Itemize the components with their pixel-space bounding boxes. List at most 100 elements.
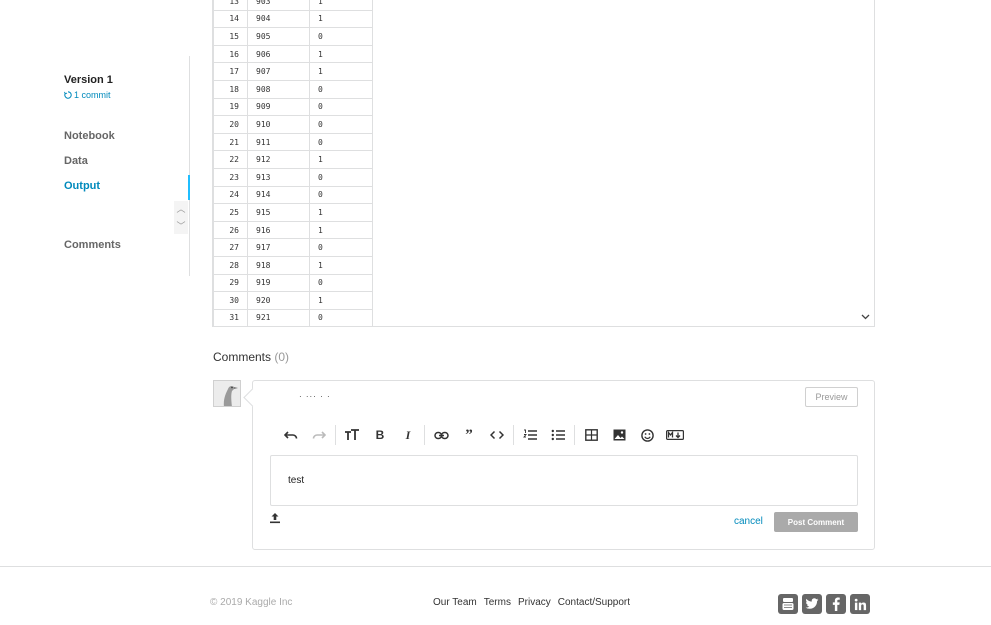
twitter-icon[interactable] bbox=[802, 594, 822, 614]
numbered-list-icon[interactable] bbox=[516, 423, 544, 447]
row-index-cell: 19 bbox=[213, 97, 248, 117]
preview-button[interactable]: Preview bbox=[805, 387, 858, 407]
code-icon[interactable] bbox=[483, 423, 511, 447]
undo-icon[interactable] bbox=[277, 423, 305, 447]
comment-composer: · ··· · · Preview B I ” test cancel Post… bbox=[252, 380, 875, 550]
footer-divider bbox=[0, 566, 991, 567]
table-row: 16 906 1 bbox=[213, 44, 373, 64]
linkedin-icon[interactable] bbox=[850, 594, 870, 614]
row-index-cell: 28 bbox=[213, 255, 248, 275]
footer-link-privacy[interactable]: Privacy bbox=[518, 597, 551, 608]
comment-editor-text[interactable]: test bbox=[288, 475, 304, 486]
value-cell: 1 bbox=[309, 0, 373, 11]
table-row: 30 920 1 bbox=[213, 291, 373, 310]
nav-subitem-scroller[interactable]: ︿ ﹀ bbox=[174, 201, 188, 234]
emoji-icon[interactable] bbox=[633, 423, 661, 447]
bulleted-list-icon[interactable] bbox=[544, 423, 572, 447]
id-cell: 914 bbox=[247, 185, 310, 205]
table-row: 25 915 1 bbox=[213, 203, 373, 222]
table-row: 27 917 0 bbox=[213, 238, 373, 257]
italic-icon[interactable]: I bbox=[394, 423, 422, 447]
cancel-link[interactable]: cancel bbox=[734, 516, 763, 527]
id-cell: 916 bbox=[247, 220, 310, 240]
social-links bbox=[778, 594, 870, 614]
table-row: 22 912 1 bbox=[213, 150, 373, 169]
row-index-cell: 25 bbox=[213, 203, 248, 222]
value-cell: 0 bbox=[309, 185, 373, 205]
chevron-up-icon[interactable]: ︿ bbox=[176, 204, 185, 214]
quote-icon[interactable]: ” bbox=[455, 423, 483, 447]
redo-icon[interactable] bbox=[305, 423, 333, 447]
link-icon[interactable] bbox=[427, 423, 455, 447]
value-cell: 1 bbox=[309, 255, 373, 275]
footer-links: Our Team Terms Privacy Contact/Support bbox=[433, 597, 630, 608]
comment-editor[interactable]: test bbox=[270, 455, 858, 506]
id-cell: 908 bbox=[247, 79, 310, 99]
table-row: 29 919 0 bbox=[213, 273, 373, 293]
id-cell: 904 bbox=[247, 9, 310, 29]
table-row: 17 907 1 bbox=[213, 62, 373, 81]
comments-count: (0) bbox=[274, 350, 290, 364]
nav-item-output[interactable]: Output bbox=[64, 180, 100, 192]
image-icon[interactable] bbox=[605, 423, 633, 447]
toolbar-divider bbox=[424, 425, 425, 445]
row-index-cell: 29 bbox=[213, 273, 248, 293]
comments-heading-label: Comments bbox=[213, 350, 272, 364]
value-cell: 1 bbox=[309, 203, 373, 222]
nav-active-indicator bbox=[188, 175, 190, 200]
post-comment-button[interactable]: Post Comment bbox=[774, 512, 858, 532]
id-cell: 912 bbox=[247, 150, 310, 169]
toolbar-divider bbox=[574, 425, 575, 445]
value-cell: 1 bbox=[309, 150, 373, 169]
editor-toolbar: B I ” bbox=[277, 423, 689, 447]
upload-icon[interactable] bbox=[269, 511, 281, 524]
footer-link-our-team[interactable]: Our Team bbox=[433, 597, 477, 608]
id-cell: 913 bbox=[247, 167, 310, 187]
avatar-image bbox=[214, 381, 240, 406]
table-row: 20 910 0 bbox=[213, 115, 373, 134]
id-cell: 921 bbox=[247, 308, 310, 326]
scroll-down-icon[interactable] bbox=[861, 312, 870, 323]
row-index-cell: 15 bbox=[213, 27, 248, 46]
comments-heading: Comments (0) bbox=[213, 350, 289, 364]
markdown-icon[interactable] bbox=[661, 423, 689, 447]
id-cell: 907 bbox=[247, 62, 310, 81]
value-cell: 1 bbox=[309, 62, 373, 81]
table-row: 24 914 0 bbox=[213, 185, 373, 205]
table-row: 31 921 0 bbox=[213, 308, 373, 326]
value-cell: 1 bbox=[309, 44, 373, 64]
id-cell: 920 bbox=[247, 291, 310, 310]
table-row: 18 908 0 bbox=[213, 79, 373, 99]
nav-item-data[interactable]: Data bbox=[64, 155, 88, 167]
author-name: · ··· · · bbox=[299, 392, 331, 401]
table-icon[interactable] bbox=[577, 423, 605, 447]
value-cell: 1 bbox=[309, 9, 373, 29]
output-frame[interactable]: 13 903 1 14 904 1 15 905 0 16 906 1 17 907 1 18 908 0 19 90… bbox=[212, 0, 875, 327]
footer-link-terms[interactable]: Terms bbox=[484, 597, 511, 608]
version-title: Version 1 bbox=[64, 74, 113, 86]
id-cell: 910 bbox=[247, 115, 310, 134]
copyright: © 2019 Kaggle Inc bbox=[210, 597, 293, 608]
row-index-cell: 22 bbox=[213, 150, 248, 169]
heading-icon[interactable] bbox=[338, 423, 366, 447]
toolbar-divider bbox=[513, 425, 514, 445]
row-index-cell: 16 bbox=[213, 44, 248, 64]
id-cell: 905 bbox=[247, 27, 310, 46]
id-cell: 909 bbox=[247, 97, 310, 117]
youtube-icon[interactable] bbox=[778, 594, 798, 614]
row-index-cell: 17 bbox=[213, 62, 248, 81]
nav-item-comments[interactable]: Comments bbox=[64, 239, 121, 251]
row-index-cell: 31 bbox=[213, 308, 248, 326]
footer-link-contact-support[interactable]: Contact/Support bbox=[558, 597, 630, 608]
row-index-cell: 26 bbox=[213, 220, 248, 240]
nav-item-notebook[interactable]: Notebook bbox=[64, 130, 115, 142]
left-nav: Version 1 1 commit Notebook Data Output … bbox=[0, 0, 200, 625]
chevron-down-icon[interactable]: ﹀ bbox=[176, 221, 185, 231]
bold-icon[interactable]: B bbox=[366, 423, 394, 447]
facebook-icon[interactable] bbox=[826, 594, 846, 614]
commit-link[interactable]: 1 commit bbox=[64, 90, 111, 100]
value-cell: 0 bbox=[309, 273, 373, 293]
commit-link-label: 1 commit bbox=[74, 90, 111, 100]
id-cell: 918 bbox=[247, 255, 310, 275]
nav-divider bbox=[189, 56, 190, 276]
